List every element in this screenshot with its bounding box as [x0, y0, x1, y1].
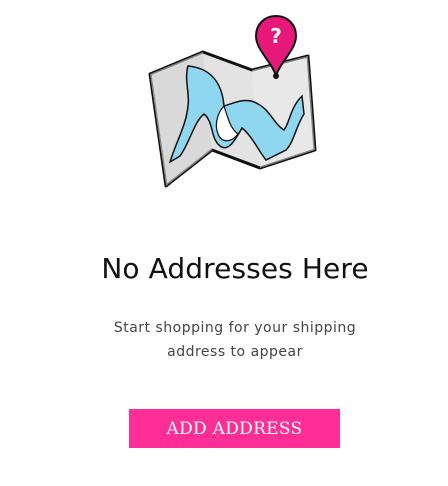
- empty-addresses-state: ? No Addresses Here Start shopping for y…: [0, 0, 448, 486]
- subtitle-line-2: address to appear: [167, 344, 303, 360]
- subtitle-line-1: Start shopping for your shipping: [113, 320, 357, 336]
- map-with-question-pin-icon: ?: [148, 14, 317, 188]
- empty-state-subtitle: Start shopping for your shipping address…: [0, 316, 448, 364]
- add-address-button[interactable]: ADD ADDRESS: [129, 409, 340, 448]
- pin-tip: [273, 73, 279, 79]
- pin-question-mark: ?: [270, 24, 282, 48]
- empty-state-title: No Addresses Here: [101, 252, 369, 285]
